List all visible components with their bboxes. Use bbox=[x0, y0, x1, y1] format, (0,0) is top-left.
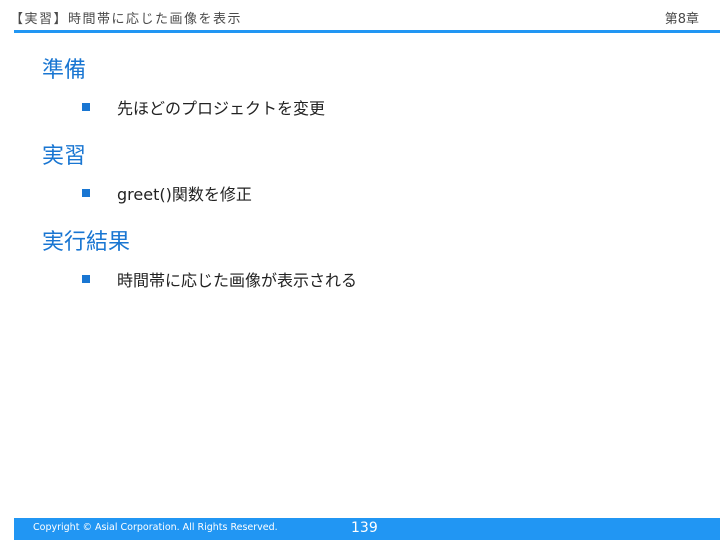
bullet-text: greet()関数を修正 bbox=[117, 185, 252, 204]
square-bullet-icon bbox=[82, 275, 90, 283]
section-heading-preparation: 準備 bbox=[42, 58, 87, 83]
square-bullet-icon bbox=[82, 103, 90, 111]
footer-bar: Copyright © Asial Corporation. All Right… bbox=[14, 518, 720, 540]
list-item: 先ほどのプロジェクトを変更 bbox=[82, 96, 325, 118]
list-item: greet()関数を修正 bbox=[82, 182, 252, 204]
square-bullet-icon bbox=[82, 189, 90, 197]
bullet-text: 先ほどのプロジェクトを変更 bbox=[117, 99, 326, 118]
page-number: 139 bbox=[351, 520, 378, 536]
section-heading-result: 実行結果 bbox=[42, 230, 131, 255]
copyright-text: Copyright © Asial Corporation. All Right… bbox=[33, 522, 278, 533]
slide-header-title: 【実習】時間帯に応じた画像を表示 bbox=[10, 12, 243, 27]
chapter-label: 第8章 bbox=[664, 12, 699, 27]
bullet-text: 時間帯に応じた画像が表示される bbox=[117, 271, 358, 290]
slide: 【実習】時間帯に応じた画像を表示 第8章 準備 先ほどのプロジェクトを変更 実習… bbox=[0, 0, 720, 540]
list-item: 時間帯に応じた画像が表示される bbox=[82, 268, 357, 290]
section-heading-practice: 実習 bbox=[42, 144, 87, 169]
header-divider bbox=[14, 30, 720, 33]
